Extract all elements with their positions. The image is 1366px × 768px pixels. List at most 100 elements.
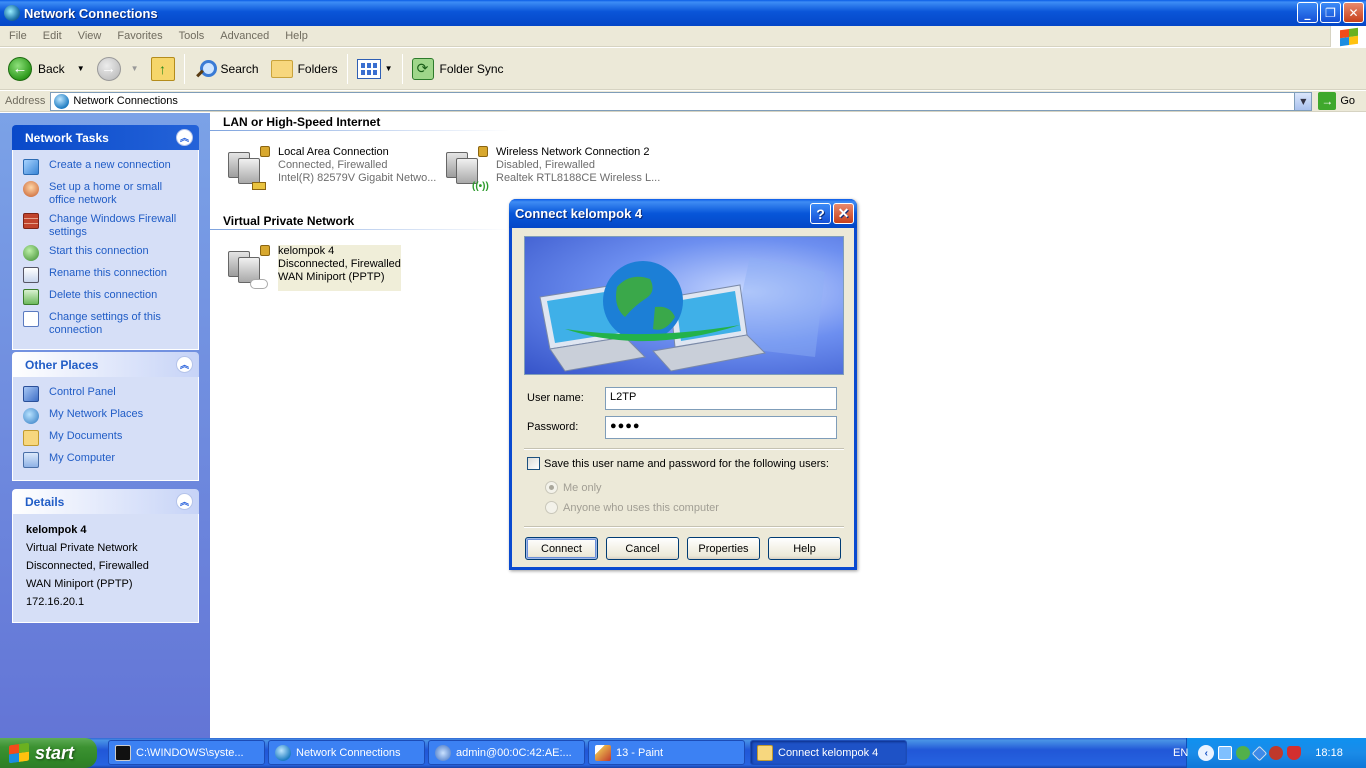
sync-tray-icon[interactable] xyxy=(1236,746,1251,760)
menu-help[interactable]: Help xyxy=(276,30,315,42)
folder-up-icon: ↑ xyxy=(150,56,175,81)
forward-arrow-icon: → xyxy=(96,56,121,81)
connection-device: WAN Miniport (PPTP) xyxy=(278,271,385,283)
save-credentials-checkbox[interactable]: Save this user name and password for the… xyxy=(527,457,829,470)
taskbar-item-connect-dialog[interactable]: Connect kelompok 4 xyxy=(750,740,907,765)
task-start-connection[interactable]: Start this connection xyxy=(23,245,190,261)
connection-name: Local Area Connection xyxy=(278,146,389,158)
taskbar-item-cmd[interactable]: C:\WINDOWS\syste... xyxy=(108,740,265,765)
group-divider xyxy=(210,229,510,230)
group-header-vpn: Virtual Private Network xyxy=(223,214,355,228)
go-label: Go xyxy=(1340,95,1356,107)
taskbar-item-network-connections[interactable]: Network Connections xyxy=(268,740,425,765)
connection-wireless[interactable]: ((•)) Wireless Network Connection 2 Disa… xyxy=(444,146,660,192)
cancel-button[interactable]: Cancel xyxy=(606,537,679,560)
forward-dropdown-icon[interactable]: ▼ xyxy=(131,64,139,73)
taskbar-item-paint[interactable]: 13 - Paint xyxy=(588,740,745,765)
task-change-firewall-settings[interactable]: Change Windows Firewall settings xyxy=(23,213,190,239)
details-body: kelompok 4 Virtual Private Network Disco… xyxy=(12,514,199,623)
back-label: Back xyxy=(38,61,65,76)
menu-bar: File Edit View Favorites Tools Advanced … xyxy=(0,26,1366,47)
place-my-documents[interactable]: My Documents xyxy=(23,430,190,446)
task-delete-connection[interactable]: Delete this connection xyxy=(23,289,190,305)
dialog-close-button[interactable]: ✕ xyxy=(833,203,854,224)
folders-button[interactable]: Folders xyxy=(265,51,344,87)
language-indicator[interactable]: EN xyxy=(1173,747,1188,759)
close-button[interactable]: ✕ xyxy=(1343,2,1364,23)
dialog-help-button[interactable]: ? xyxy=(810,203,831,224)
task-label: Set up a home or small office network xyxy=(49,181,163,206)
radio-button[interactable] xyxy=(545,481,558,494)
radio-anyone[interactable]: Anyone who uses this computer xyxy=(545,501,719,514)
go-button[interactable]: → Go xyxy=(1318,92,1355,110)
connect-button[interactable]: Connect xyxy=(525,537,598,560)
radio-me-only-label: Me only xyxy=(563,481,602,494)
security-shield-icon[interactable] xyxy=(1287,746,1302,760)
restore-button[interactable]: ❐ xyxy=(1320,2,1341,23)
radio-button[interactable] xyxy=(545,501,558,514)
details-header[interactable]: Details ︽ xyxy=(12,489,199,514)
firewall-icon xyxy=(23,213,39,229)
collapse-icon[interactable]: ︽ xyxy=(176,129,193,146)
menu-view[interactable]: View xyxy=(69,30,109,42)
connection-local-area[interactable]: Local Area Connection Connected, Firewal… xyxy=(226,146,436,192)
address-value: Network Connections xyxy=(73,95,178,107)
toolbar: ← Back ▼ → ▼ ↑ Search Folders ▼ ⟳ Folder… xyxy=(0,48,1366,90)
star-tray-icon[interactable] xyxy=(1252,745,1268,761)
folders-label: Folders xyxy=(297,61,338,76)
views-button[interactable]: ▼ xyxy=(351,51,399,87)
menu-file[interactable]: File xyxy=(0,30,34,42)
minimize-button[interactable]: _ xyxy=(1297,2,1318,23)
task-pane: Network Tasks ︽ Create a new connection … xyxy=(0,113,210,738)
taskbar-item-winbox[interactable]: admin@00:0C:42:AE:... xyxy=(428,740,585,765)
address-input[interactable]: Network Connections ▼ xyxy=(50,91,1313,111)
menu-favorites[interactable]: Favorites xyxy=(108,30,169,42)
help-button[interactable]: Help xyxy=(768,537,841,560)
dialog-title-bar[interactable]: Connect kelompok 4 ? ✕ xyxy=(509,199,857,228)
show-hidden-icons-icon[interactable]: ‹ xyxy=(1198,745,1215,761)
checkbox-box[interactable] xyxy=(527,457,540,470)
remote-session-icon xyxy=(435,744,451,761)
place-my-computer[interactable]: My Computer xyxy=(23,452,190,468)
task-rename-connection[interactable]: Rename this connection xyxy=(23,267,190,283)
back-button[interactable]: ← Back ▼ xyxy=(0,51,91,87)
connection-status: Disabled, Firewalled xyxy=(496,159,596,171)
go-arrow-icon: → xyxy=(1318,92,1337,110)
network-tray-icon[interactable] xyxy=(1218,746,1233,760)
forward-button[interactable]: → ▼ xyxy=(91,51,145,87)
vpn-connection-icon xyxy=(226,245,272,291)
windows-flag-icon xyxy=(1339,27,1358,46)
menu-advanced[interactable]: Advanced xyxy=(211,30,276,42)
place-my-network-places[interactable]: My Network Places xyxy=(23,408,190,424)
menu-tools[interactable]: Tools xyxy=(170,30,212,42)
search-button[interactable]: Search xyxy=(188,51,265,87)
collapse-icon[interactable]: ︽ xyxy=(176,493,193,510)
collapse-icon[interactable]: ︽ xyxy=(176,356,193,373)
back-dropdown-icon[interactable]: ▼ xyxy=(77,64,85,73)
folder-sync-button[interactable]: ⟳ Folder Sync xyxy=(406,51,510,87)
window-title-bar[interactable]: Network Connections _ ❐ ✕ xyxy=(0,0,1366,26)
connection-status: Connected, Firewalled xyxy=(278,159,388,171)
folder-sync-label: Folder Sync xyxy=(439,61,504,76)
views-dropdown-icon[interactable]: ▼ xyxy=(385,64,393,73)
properties-button[interactable]: Properties xyxy=(687,537,760,560)
connection-vpn-kelompok4[interactable]: kelompok 4 Disconnected, Firewalled WAN … xyxy=(226,245,401,291)
menu-edit[interactable]: Edit xyxy=(34,30,69,42)
lock-icon xyxy=(260,146,270,157)
up-button[interactable]: ↑ xyxy=(145,51,181,87)
network-tasks-header[interactable]: Network Tasks ︽ xyxy=(12,125,199,150)
username-input[interactable]: L2TP xyxy=(605,387,837,410)
address-dropdown-icon[interactable]: ▼ xyxy=(1294,92,1312,110)
task-change-connection-settings[interactable]: Change settings of this connection xyxy=(23,311,190,337)
connection-status: Disconnected, Firewalled xyxy=(278,258,401,270)
place-control-panel[interactable]: Control Panel xyxy=(23,386,190,402)
radio-me-only[interactable]: Me only xyxy=(545,481,602,494)
bluetooth-tray-icon[interactable] xyxy=(1269,746,1284,760)
task-setup-home-network[interactable]: Set up a home or small office network xyxy=(23,181,190,207)
start-button[interactable]: start xyxy=(0,738,97,768)
task-label: Create a new connection xyxy=(49,159,171,171)
password-input[interactable]: ●●●● xyxy=(605,416,837,439)
other-places-header[interactable]: Other Places ︽ xyxy=(12,352,199,377)
task-create-new-connection[interactable]: Create a new connection xyxy=(23,159,190,175)
connection-banner-image xyxy=(524,236,844,375)
